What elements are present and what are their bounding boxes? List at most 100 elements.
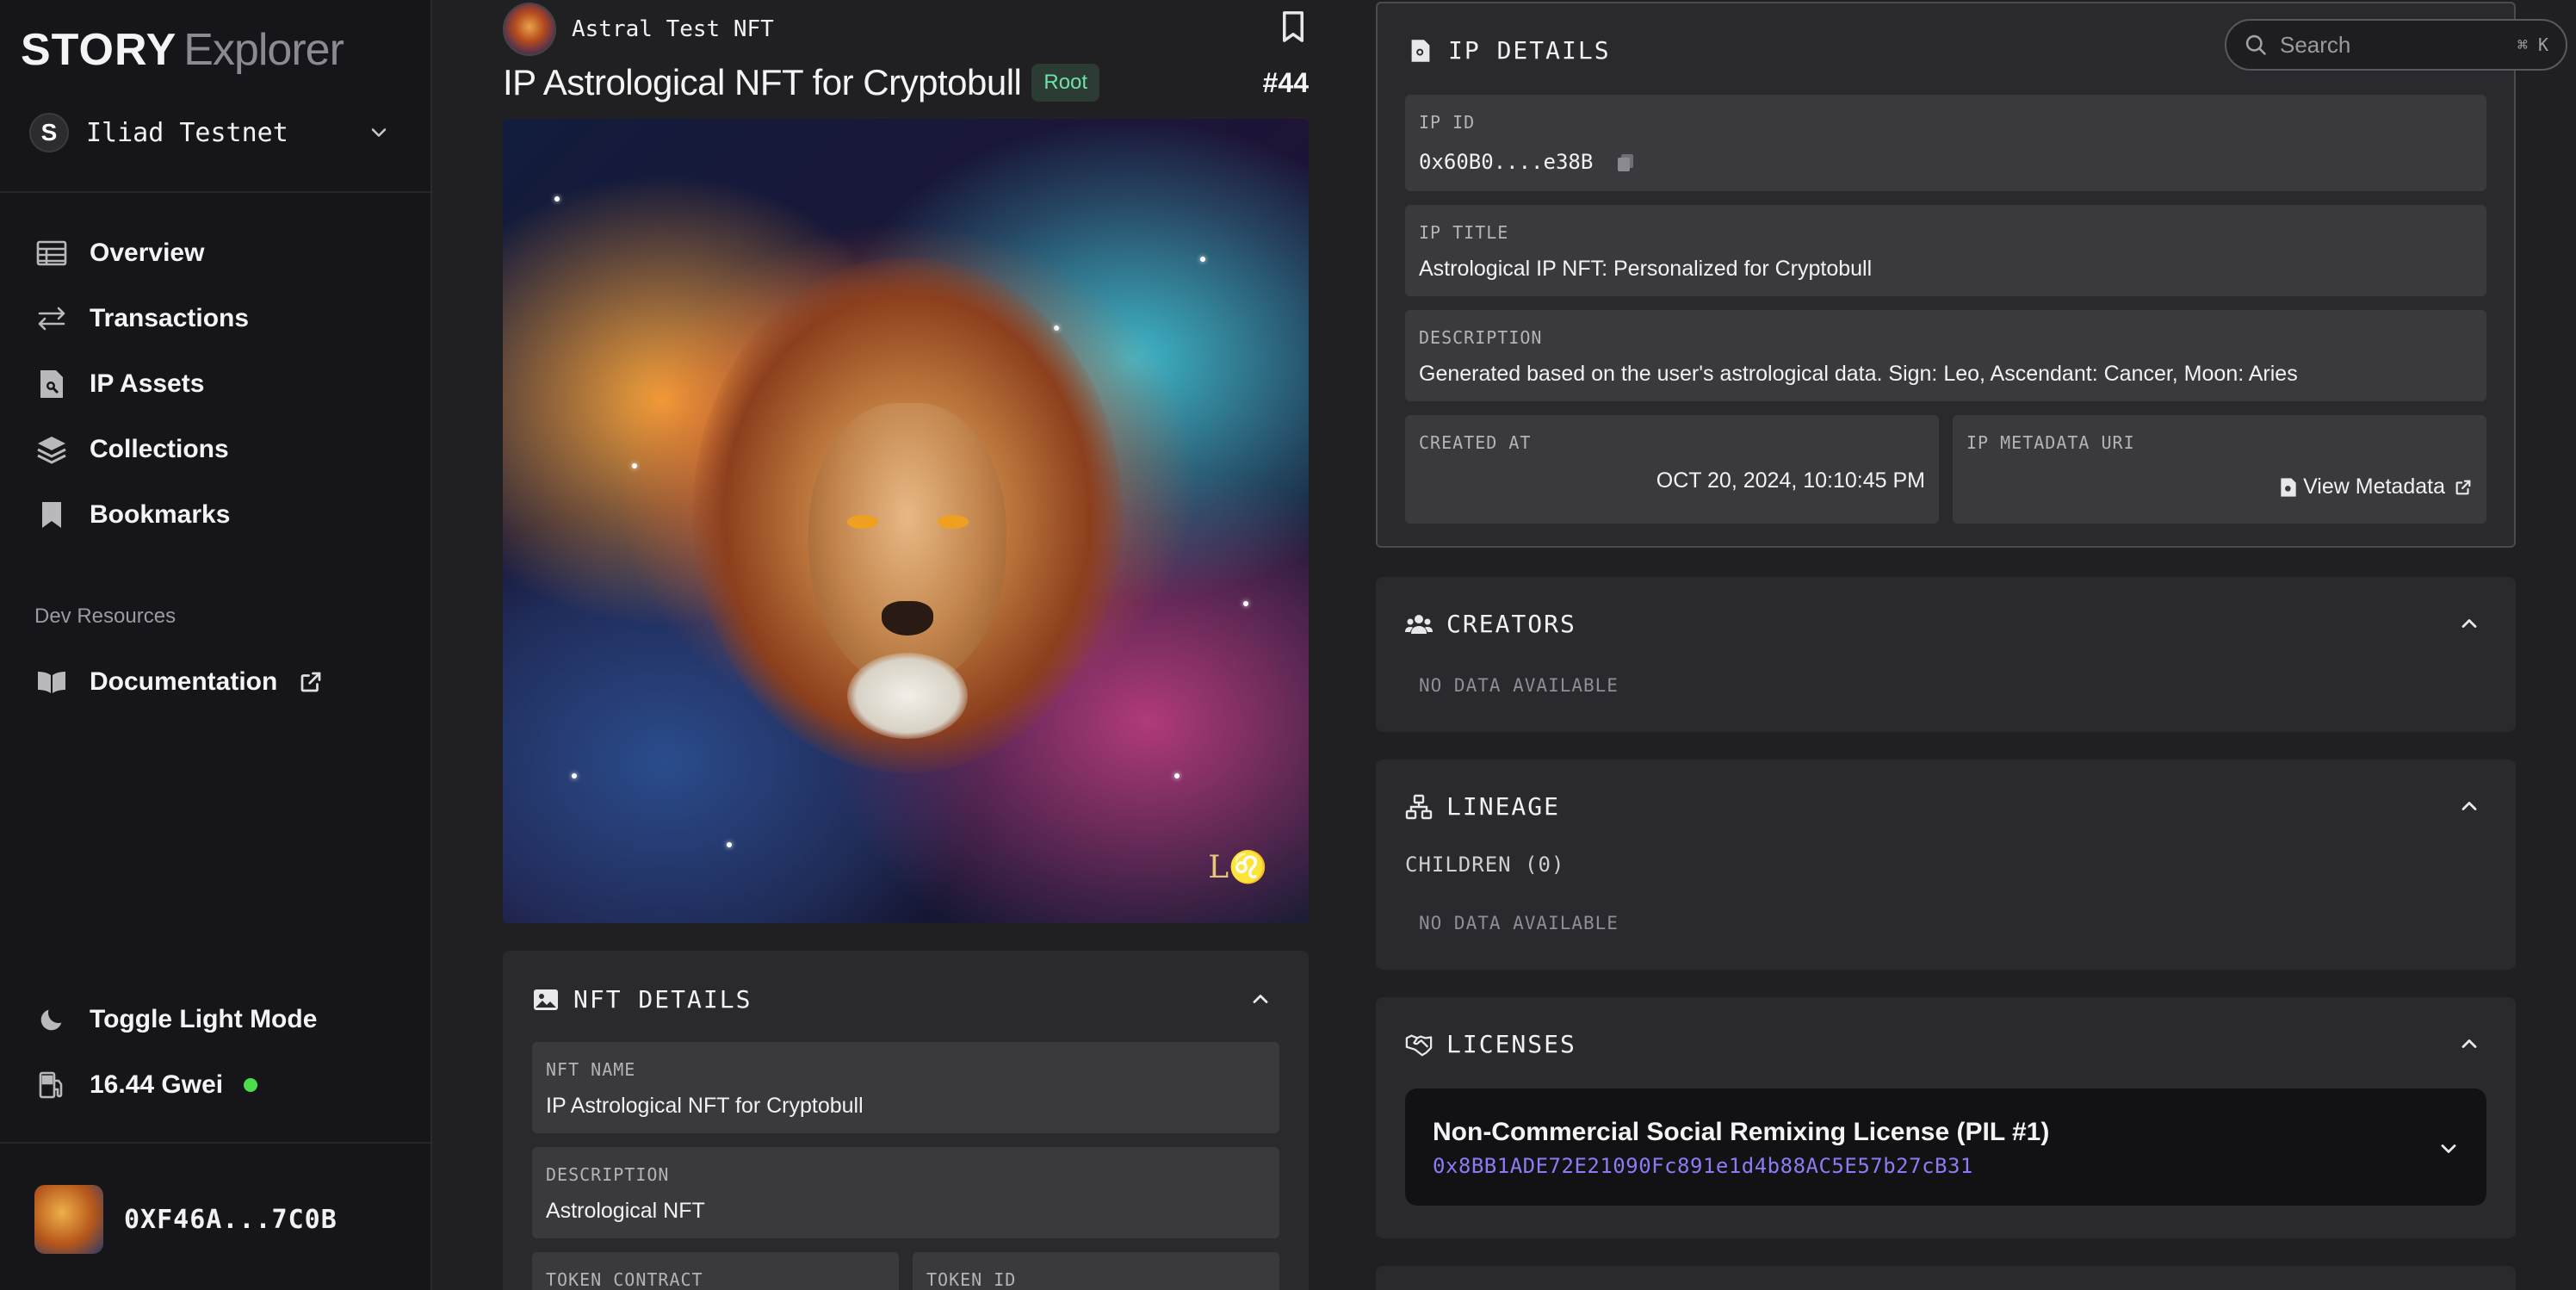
ip-details-header: IP DETAILS [1407,36,1611,65]
field-label: CREATED AT [1419,432,1532,453]
wallet-account[interactable]: 0XF46A...7C0B [34,1185,337,1254]
users-icon [1405,611,1433,638]
sidebar-item-documentation[interactable]: Documentation [34,658,413,723]
ip-id-link[interactable]: 0x60B0....e38B [1419,150,1635,174]
external-link-icon [2455,480,2471,494]
lineage-title: LINEAGE [1446,792,1561,821]
licenses-header[interactable]: LICENSES [1405,1030,1576,1058]
copy-icon[interactable] [1616,152,1635,173]
sidebar-item-label: Bookmarks [90,500,231,529]
chevron-up-icon[interactable] [2457,794,2481,818]
ip-id-field: IP ID 0x60B0....e38B [1405,95,2486,191]
sidebar-item-bookmarks[interactable]: Bookmarks [34,491,413,539]
toggle-light-mode-label: Toggle Light Mode [90,1005,318,1033]
ip-details-panel: IP DETAILS IP ID 0x60B0....e38B IP TITLE… [1376,2,2516,548]
story-explorer-logo[interactable]: STORY Explorer [21,24,344,76]
bookmark-icon[interactable] [1278,10,1309,43]
license-address-link[interactable]: 0x8BB1ADE72E21090Fc891e1d4b88AC5E57b27cB… [1433,1154,1973,1178]
lineage-header[interactable]: LINEAGE [1405,792,1560,821]
artwork-signature: L♌ [1208,850,1267,885]
creators-panel: CREATORS NO DATA AVAILABLE [1376,577,2516,732]
table-icon [34,236,69,270]
created-at-value: OCT 20, 2024, 10:10:45 PM [1656,468,1925,493]
field-label: IP TITLE [1419,222,1509,243]
moon-icon [34,1002,69,1037]
field-label: TOKEN ID [926,1269,1017,1290]
documentation-label: Documentation [90,667,278,696]
document-search-icon [2281,477,2296,497]
sidebar-divider [0,1142,430,1144]
sidebar-item-label: IP Assets [90,369,205,398]
field-label: IP ID [1419,112,1476,133]
lineage-panel: LINEAGE CHILDREN (0) NO DATA AVAILABLE [1376,760,2516,970]
bookmark-icon [34,498,69,532]
network-badge: S [29,113,69,152]
sidebar-item-ip-assets[interactable]: IP Assets [34,360,413,408]
field-label: IP METADATA URI [1966,432,2135,453]
chevron-up-icon[interactable] [1248,987,1273,1011]
ip-details-title: IP DETAILS [1448,36,1611,65]
collection-link[interactable]: Astral Test NFT [503,2,774,57]
sidebar-item-transactions[interactable]: Transactions [34,295,413,343]
wallet-avatar [34,1185,103,1254]
nft-details-header[interactable]: NFT DETAILS [532,985,752,1014]
dev-resources-heading: Dev Resources [34,605,176,628]
ip-description-field: DESCRIPTION Generated based on the user'… [1405,310,2486,401]
arrows-swap-icon [34,301,69,336]
view-metadata-link[interactable]: View Metadata [2279,474,2473,499]
search-icon [2245,34,2266,55]
collection-name: Astral Test NFT [572,16,774,42]
sidebar-item-overview[interactable]: Overview [34,229,413,277]
created-at-field: CREATED AT OCT 20, 2024, 10:10:45 PM [1405,415,1939,524]
layers-icon [34,432,69,467]
root-badge: Root [1031,64,1100,102]
field-value: Astrological IP NFT: Personalized for Cr… [1419,257,1873,281]
status-dot [244,1078,258,1092]
sidebar: STORY Explorer S Iliad Testnet Overview … [0,0,432,1290]
ip-id-value: 0x60B0....e38B [1419,150,1594,174]
asset-title-row: IP Astrological NFT for Cryptobull Root … [503,57,1309,109]
gas-pump-icon [34,1068,69,1102]
wallet-address: 0XF46A...7C0B [124,1204,337,1235]
chevron-up-icon[interactable] [2457,611,2481,636]
chevron-down-icon[interactable] [2437,1137,2461,1161]
collection-avatar [503,3,556,56]
main-nav: Overview Transactions IP Assets Collecti… [34,229,413,556]
field-label: NFT NAME [546,1059,636,1080]
ip-metadata-uri-field: IP METADATA URI View Metadata [1953,415,2486,524]
logo-story-text: STORY [21,25,177,75]
search-bar[interactable]: Search ⌘ K [2225,19,2567,71]
sidebar-item-label: Overview [90,239,205,267]
field-value: IP Astrological NFT for Cryptobull [546,1094,864,1118]
license-card[interactable]: Non-Commercial Social Remixing License (… [1405,1088,2486,1206]
sidebar-item-collections[interactable]: Collections [34,425,413,474]
chevron-down-icon [371,128,387,137]
document-search-icon [34,367,69,401]
licenses-title: LICENSES [1446,1030,1576,1058]
asset-title: IP Astrological NFT for Cryptobull [503,62,1022,102]
nft-artwork: L♌ [503,119,1309,923]
ip-title-field: IP TITLE Astrological IP NFT: Personaliz… [1405,205,2486,296]
token-contract-field: TOKEN CONTRACT [532,1252,899,1290]
toggle-light-mode-button[interactable]: Toggle Light Mode [34,999,317,1040]
next-panel-edge [1376,1266,2516,1290]
nft-name-field: NFT NAME IP Astrological NFT for Cryptob… [532,1042,1279,1133]
gas-price-value: 16.44 Gwei [90,1070,224,1099]
licenses-panel: LICENSES Non-Commercial Social Remixing … [1376,997,2516,1238]
field-label: DESCRIPTION [1419,327,1543,348]
nft-description-field: DESCRIPTION Astrological NFT [532,1147,1279,1238]
search-input[interactable]: Search [2280,32,2517,59]
creators-header[interactable]: CREATORS [1405,610,1576,638]
open-book-icon [34,665,69,699]
token-number: #44 [1262,66,1309,98]
nft-details-panel: NFT DETAILS NFT NAME IP Astrological NFT… [503,951,1309,1290]
license-name: Non-Commercial Social Remixing License (… [1433,1118,2050,1146]
external-link-icon [300,672,321,692]
children-count: CHILDREN (0) [1405,853,1565,877]
gas-price-indicator: 16.44 Gwei [34,1064,258,1106]
creators-title: CREATORS [1446,610,1576,638]
network-selector[interactable]: S Iliad Testnet [29,110,391,155]
field-label: TOKEN CONTRACT [546,1269,703,1290]
chevron-up-icon[interactable] [2457,1032,2481,1056]
field-value: Astrological NFT [546,1199,705,1223]
